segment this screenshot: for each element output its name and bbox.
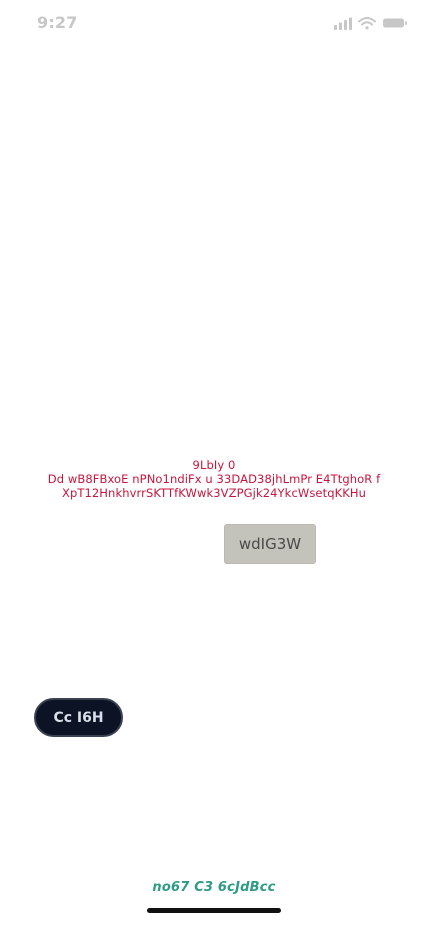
status-icons xyxy=(334,17,407,30)
status-bar: 9:27 xyxy=(0,0,428,44)
cellular-signal-icon xyxy=(334,17,352,30)
bottom-link[interactable]: no67 C3 6cJdBcc xyxy=(0,880,428,895)
message-line-2: Dd wB8FBxoE nPNo1ndiFx u 33DAD38jhLmPr E… xyxy=(47,472,381,486)
message-text-block: 9LbIy 0 Dd wB8FBxoE nPNo1ndiFx u 33DAD38… xyxy=(40,458,388,500)
wifi-icon xyxy=(358,17,376,30)
status-time: 9:27 xyxy=(37,13,78,32)
message-line-1: 9LbIy 0 xyxy=(192,458,236,472)
battery-icon xyxy=(383,18,407,28)
dark-pill-button[interactable]: Cc I6H xyxy=(34,698,123,737)
grey-action-button[interactable]: wdIG3W xyxy=(224,524,316,564)
message-line-3: XpT12HnkhvrrSKTTfKWwk3VZPGjk24YkcWsetqKK… xyxy=(61,486,367,500)
home-indicator[interactable] xyxy=(147,908,281,913)
